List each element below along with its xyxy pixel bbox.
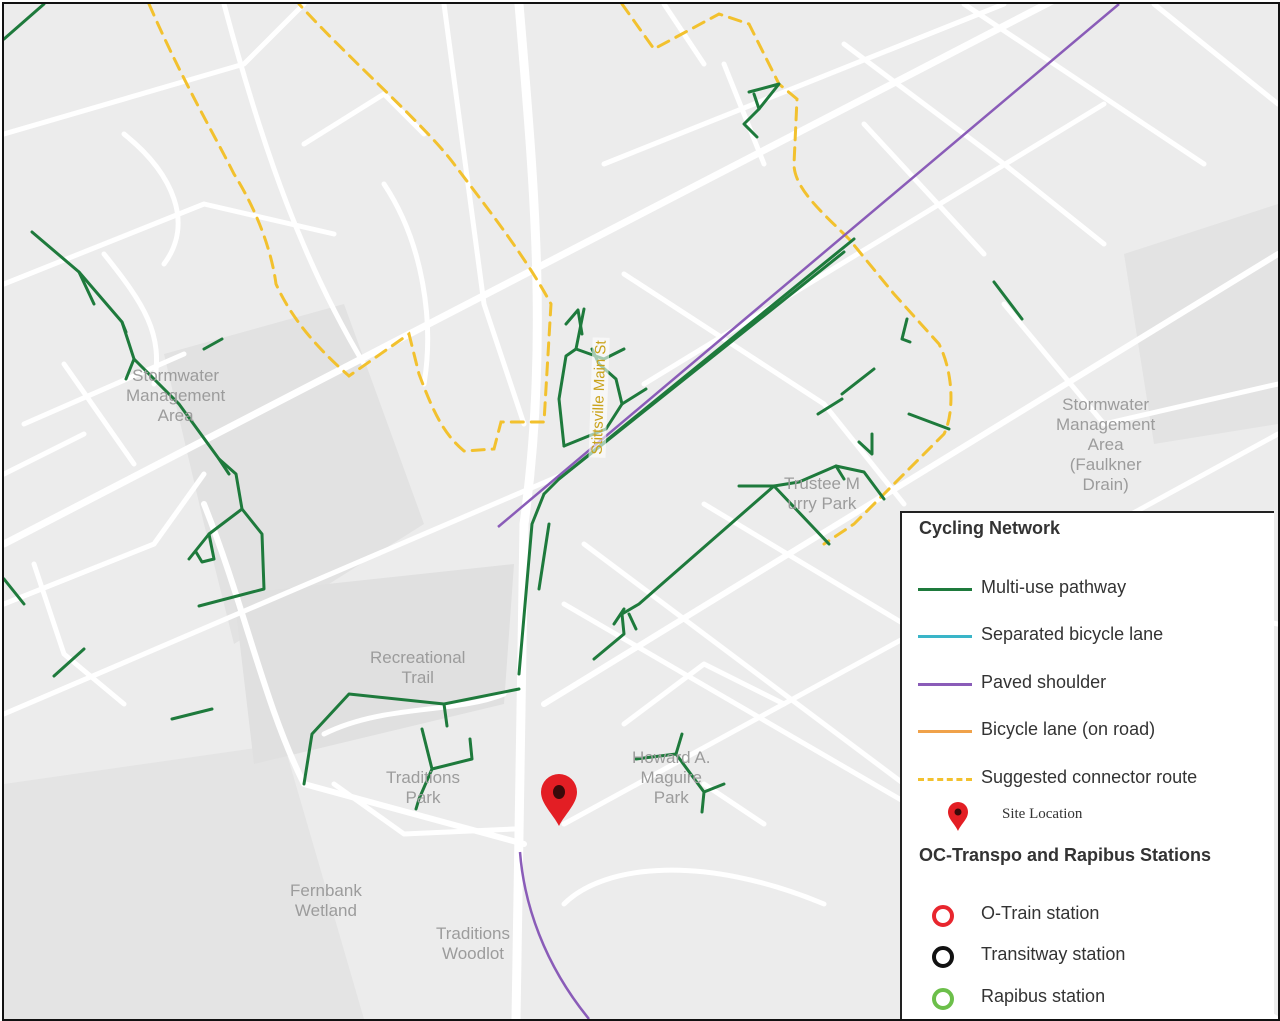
place-label-trustee-park: Trustee M urry Park xyxy=(784,474,860,513)
legend-item-separated-lane: Separated bicycle lane xyxy=(918,624,1268,648)
legend-label: O-Train station xyxy=(981,903,1100,923)
legend-item-rapibus: Rapibus station xyxy=(918,986,1268,1010)
place-label-stormwater-west: Stormwater Management Area xyxy=(126,366,226,425)
map-legend: Cycling Network Multi-use pathway Separa… xyxy=(900,511,1274,1019)
legend-title-transit: OC-Transpo and Rapibus Stations xyxy=(919,845,1212,865)
place-label-traditions-woodlot: Traditions Woodlot xyxy=(436,924,511,963)
legend-item-paved-shoulder: Paved shoulder xyxy=(918,672,1268,696)
otrain-station-icon xyxy=(932,905,954,927)
legend-label: Paved shoulder xyxy=(981,672,1107,692)
legend-label: Bicycle lane (on road) xyxy=(981,719,1156,739)
legend-item-bicycle-lane: Bicycle lane (on road) xyxy=(918,719,1268,743)
place-label-fernbank-wetland: Fernbank Wetland xyxy=(290,881,362,920)
legend-title-cycling: Cycling Network xyxy=(919,518,1061,538)
place-label-traditions-park: Traditions Park xyxy=(386,768,461,807)
legend-swatch-multi-use xyxy=(918,588,972,591)
legend-item-multi-use: Multi-use pathway xyxy=(918,577,1268,601)
place-label-recreational-trail: Recreational Trail xyxy=(370,648,466,687)
rapibus-station-icon xyxy=(932,988,954,1010)
map-pin-icon xyxy=(946,802,970,832)
place-label-howard-park: Howard A. Maguire Park xyxy=(632,748,711,807)
place-label-stormwater-east: Stormwater Management Area (Faulkner Dra… xyxy=(1056,395,1156,494)
legend-label: Transitway station xyxy=(981,944,1126,964)
legend-swatch-bicycle-lane xyxy=(918,730,972,733)
legend-item-connector: Suggested connector route xyxy=(918,767,1268,791)
legend-swatch-separated-lane xyxy=(918,635,972,638)
legend-label: Rapibus station xyxy=(981,986,1106,1006)
transitway-station-icon xyxy=(932,946,954,968)
legend-item-transitway: Transitway station xyxy=(918,944,1268,968)
legend-label: Site Location xyxy=(1002,806,1083,822)
legend-item-site-location: Site Location xyxy=(918,802,1268,831)
legend-swatch-paved-shoulder xyxy=(918,683,972,686)
legend-label: Multi-use pathway xyxy=(981,577,1127,597)
legend-swatch-connector xyxy=(918,778,972,781)
legend-label: Suggested connector route xyxy=(981,767,1198,787)
legend-label: Separated bicycle lane xyxy=(981,624,1164,644)
legend-item-otrain: O-Train station xyxy=(918,903,1268,927)
